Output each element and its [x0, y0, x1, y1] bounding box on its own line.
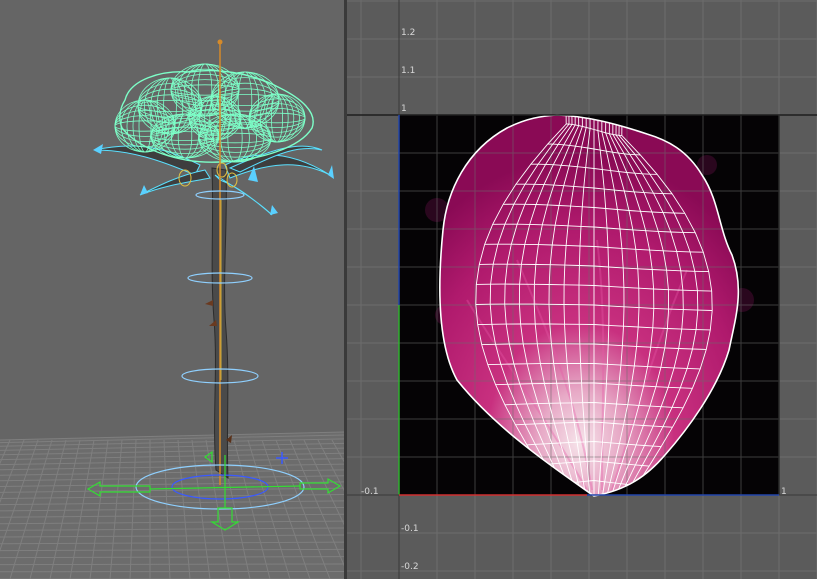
thorn-1: [205, 300, 213, 306]
uv-label-1-u: 1: [781, 487, 787, 497]
rose-petal-outline: [248, 93, 306, 143]
pivot-top-point[interactable]: [217, 39, 223, 45]
uv-editor-panel[interactable]: 1.2 1.1 1 -0.1 1 -0.1 -0.2: [347, 0, 817, 579]
rose-petal-isoparm: [198, 132, 272, 144]
rose-petal-isoparm: [197, 63, 213, 117]
rose-petal-isoparm: [114, 110, 176, 143]
perspective-viewport[interactable]: [0, 0, 344, 579]
uv-label-neg-0-1-v: -0.1: [401, 524, 419, 534]
uv-label-neg-0-2-v: -0.2: [401, 562, 419, 572]
rose-petal-isoparm: [270, 93, 283, 143]
rose-petal-isoparm: [248, 108, 306, 129]
uv-edge-row: [565, 115, 623, 117]
maya-workspace: 1.2 1.1 1 -0.1 1 -0.1 -0.2: [0, 0, 817, 579]
rose-petal-outline: [137, 77, 203, 135]
rose-petal-isoparm: [163, 77, 177, 135]
viewport-canvas[interactable]: [0, 0, 344, 579]
thorn-2: [209, 320, 217, 326]
uv-label-1-v: 1: [401, 104, 407, 114]
uv-label-1-2: 1.2: [401, 28, 415, 38]
rose-petal-isoparm: [198, 123, 272, 153]
rose-petal-isoparm: [248, 112, 306, 124]
uv-label-neg-0-1-u: -0.1: [361, 487, 379, 497]
uv-label-1-1: 1.1: [401, 66, 415, 76]
floor-line-h: [0, 563, 344, 566]
uv-editor-canvas[interactable]: 1.2 1.1 1 -0.1 1 -0.1 -0.2: [347, 0, 817, 579]
rose-petal-isoparm: [248, 98, 306, 138]
uv-edge-row: [564, 500, 625, 505]
